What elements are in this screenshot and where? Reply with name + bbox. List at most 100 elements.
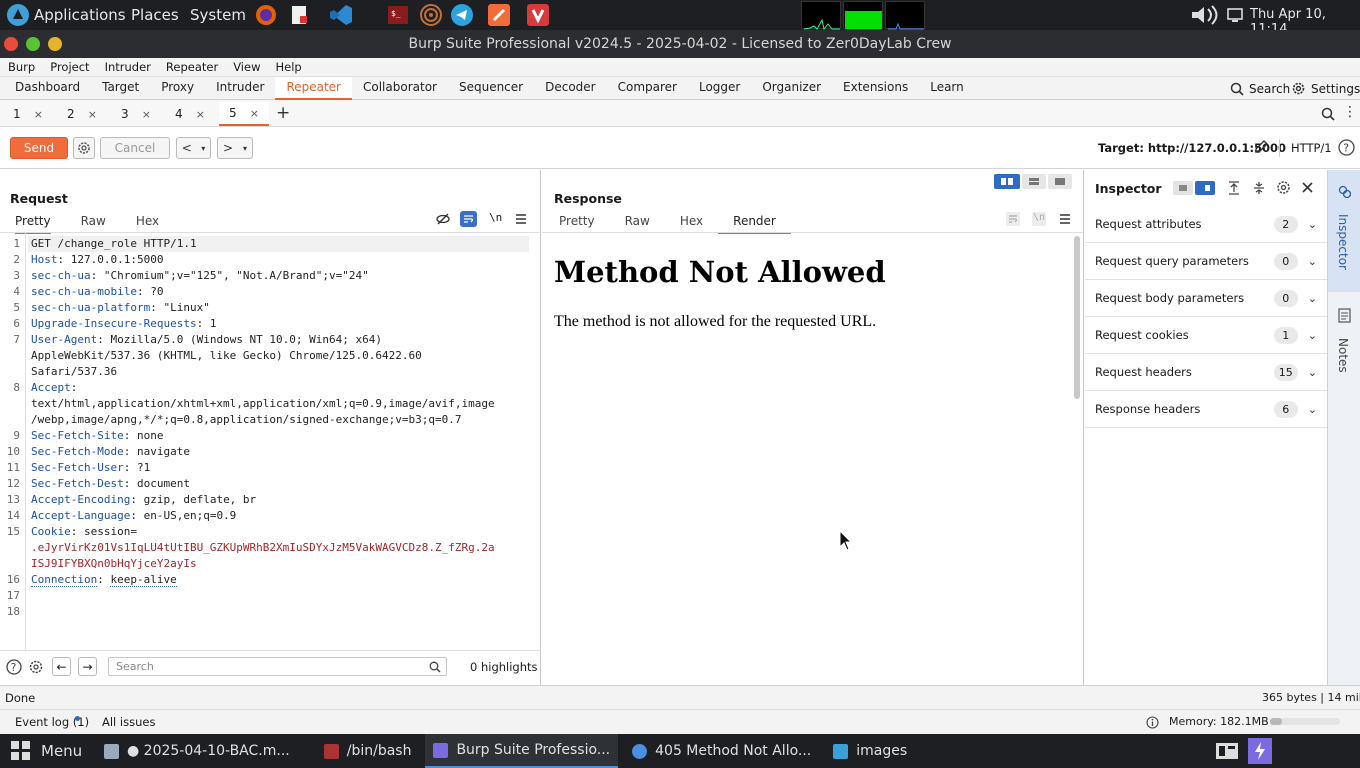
chevron-down-icon[interactable]: ⌄ bbox=[1308, 218, 1317, 231]
next-match-button[interactable]: → bbox=[78, 657, 97, 676]
response-tab-raw[interactable]: Raw bbox=[625, 214, 650, 232]
more-options-icon[interactable]: ⋮ bbox=[1343, 104, 1357, 120]
vscode-icon[interactable] bbox=[329, 4, 353, 26]
global-search-button[interactable]: Search bbox=[1230, 80, 1290, 97]
tab-collaborator[interactable]: Collaborator bbox=[352, 77, 448, 100]
inspector-layout-list-button[interactable] bbox=[1173, 181, 1193, 195]
layout-stacked-button[interactable] bbox=[1022, 174, 1046, 189]
tab-logger[interactable]: Logger bbox=[688, 77, 751, 100]
help-icon[interactable]: ? bbox=[1338, 139, 1355, 156]
telegram-icon[interactable] bbox=[450, 3, 474, 27]
expand-all-icon[interactable] bbox=[1227, 181, 1241, 195]
request-tab-pretty[interactable]: Pretty bbox=[15, 214, 51, 234]
chevron-down-icon[interactable]: ⌄ bbox=[1308, 329, 1317, 342]
menu-repeater[interactable]: Repeater bbox=[166, 60, 218, 74]
menu-system[interactable]: System bbox=[190, 6, 246, 24]
history-forward-button[interactable]: > ▾ bbox=[217, 137, 253, 159]
tab-sequencer[interactable]: Sequencer bbox=[448, 77, 534, 100]
http-version-selector[interactable]: HTTP/1 bbox=[1291, 141, 1332, 155]
request-editor[interactable]: 1 GET /change_role HTTP/1.1 2 Host: 127.0.0… bbox=[0, 236, 530, 620]
inspector-section-row[interactable]: Request headers 15 ⌄ bbox=[1085, 354, 1327, 391]
firefox-icon[interactable] bbox=[255, 4, 277, 26]
tab-dashboard[interactable]: Dashboard bbox=[4, 77, 91, 100]
response-tab-hex[interactable]: Hex bbox=[680, 214, 703, 232]
tab-proxy[interactable]: Proxy bbox=[150, 77, 205, 100]
chevron-down-icon[interactable]: ⌄ bbox=[1308, 366, 1317, 379]
inspector-settings-gear-icon[interactable] bbox=[1276, 180, 1291, 195]
chevron-down-icon[interactable]: ⌄ bbox=[1308, 255, 1317, 268]
tab-extensions[interactable]: Extensions bbox=[832, 77, 919, 100]
previous-match-button[interactable]: ← bbox=[52, 657, 71, 676]
menu-help[interactable]: Help bbox=[275, 60, 301, 74]
taskbar-item[interactable]: ● 2025-04-10-BAC.m... bbox=[96, 734, 298, 768]
help-icon[interactable]: ? bbox=[6, 659, 22, 675]
tab-organizer[interactable]: Organizer bbox=[751, 77, 832, 100]
menu-view[interactable]: View bbox=[233, 60, 260, 74]
radar-tool-icon[interactable] bbox=[420, 4, 442, 26]
close-icon[interactable] bbox=[1301, 181, 1314, 194]
repeater-tab-3[interactable]: 3 × bbox=[111, 102, 161, 126]
repeater-tab-1[interactable]: 1 × bbox=[3, 102, 53, 126]
notes-side-tab[interactable]: Notes bbox=[1328, 298, 1360, 388]
menu-project[interactable]: Project bbox=[50, 60, 89, 74]
newline-toggle-disabled-icon[interactable]: \n bbox=[1032, 212, 1046, 226]
tab-intruder[interactable]: Intruder bbox=[205, 77, 275, 100]
tray-archive-icon[interactable] bbox=[1215, 740, 1239, 762]
applications-menu[interactable]: Applications bbox=[6, 3, 126, 27]
close-tab-icon[interactable]: × bbox=[196, 108, 205, 121]
menu-icon[interactable] bbox=[515, 213, 527, 225]
request-search-input[interactable]: Search bbox=[108, 657, 447, 676]
tab-repeater[interactable]: Repeater bbox=[275, 77, 352, 100]
tab-target[interactable]: Target bbox=[91, 77, 150, 100]
history-back-button[interactable]: < ▾ bbox=[176, 137, 211, 159]
close-tab-icon[interactable]: × bbox=[88, 108, 97, 121]
window-title-bar[interactable]: Burp Suite Professional v2024.5 - 2025-0… bbox=[0, 30, 1360, 58]
response-scrollbar[interactable] bbox=[1074, 236, 1080, 399]
tab-learn[interactable]: Learn bbox=[919, 77, 975, 100]
inspector-section-row[interactable]: Request attributes 2 ⌄ bbox=[1085, 206, 1327, 243]
burp-launcher-icon[interactable] bbox=[487, 3, 511, 27]
menu-intruder[interactable]: Intruder bbox=[105, 60, 151, 74]
text-editor-icon[interactable] bbox=[289, 5, 309, 25]
close-tab-icon[interactable]: × bbox=[250, 107, 259, 120]
inspector-section-row[interactable]: Request cookies 1 ⌄ bbox=[1085, 317, 1327, 354]
repeater-tab-5[interactable]: 5 × bbox=[219, 102, 269, 126]
menu-burp[interactable]: Burp bbox=[8, 60, 35, 74]
newline-toggle-icon[interactable]: \n bbox=[489, 211, 502, 224]
taskbar-item[interactable]: 405 Method Not Allo... bbox=[624, 734, 819, 768]
tray-burp-icon[interactable] bbox=[1248, 738, 1272, 764]
layout-side-by-side-button[interactable] bbox=[994, 174, 1020, 189]
close-tab-icon[interactable]: × bbox=[34, 108, 43, 121]
taskbar-item[interactable]: /bin/bash bbox=[316, 734, 420, 768]
inspector-section-row[interactable]: Response headers 6 ⌄ bbox=[1085, 391, 1327, 428]
response-tab-pretty[interactable]: Pretty bbox=[559, 214, 595, 232]
request-tab-hex[interactable]: Hex bbox=[136, 214, 159, 232]
layout-tabs-button[interactable] bbox=[1048, 174, 1072, 189]
start-menu-button[interactable]: Menu bbox=[10, 734, 82, 768]
send-settings-button[interactable] bbox=[73, 137, 95, 159]
taskbar-item[interactable]: images bbox=[825, 734, 915, 768]
display-icon[interactable] bbox=[1227, 7, 1243, 23]
inspector-section-row[interactable]: Request body parameters 0 ⌄ bbox=[1085, 280, 1327, 317]
response-tab-render[interactable]: Render bbox=[718, 214, 791, 234]
tab-comparer[interactable]: Comparer bbox=[607, 77, 688, 100]
cancel-button[interactable]: Cancel bbox=[100, 137, 170, 159]
search-settings-gear-icon[interactable] bbox=[28, 659, 44, 675]
hide-nonprintable-icon[interactable] bbox=[436, 212, 450, 226]
request-tab-raw[interactable]: Raw bbox=[81, 214, 106, 232]
new-tab-plus-icon[interactable]: + bbox=[276, 103, 290, 123]
menu-icon[interactable] bbox=[1059, 213, 1071, 225]
chevron-down-icon[interactable]: ⌄ bbox=[1308, 403, 1317, 416]
chevron-down-icon[interactable]: ⌄ bbox=[1308, 292, 1317, 305]
collapse-all-icon[interactable] bbox=[1252, 181, 1266, 195]
wrap-lines-toggle-disabled[interactable] bbox=[1006, 212, 1020, 226]
repeater-tab-4[interactable]: 4 × bbox=[165, 102, 215, 126]
terminal-icon[interactable]: $_ bbox=[388, 5, 408, 25]
inspector-layout-split-button[interactable] bbox=[1195, 181, 1215, 195]
close-tab-icon[interactable]: × bbox=[142, 108, 151, 121]
repeater-tab-2[interactable]: 2 × bbox=[57, 102, 107, 126]
tab-search-icon[interactable] bbox=[1321, 107, 1335, 121]
all-issues-button[interactable]: All issues bbox=[102, 715, 155, 729]
inspector-section-row[interactable]: Request query parameters 0 ⌄ bbox=[1085, 243, 1327, 280]
inspector-side-tab[interactable]: Inspector bbox=[1328, 170, 1360, 292]
